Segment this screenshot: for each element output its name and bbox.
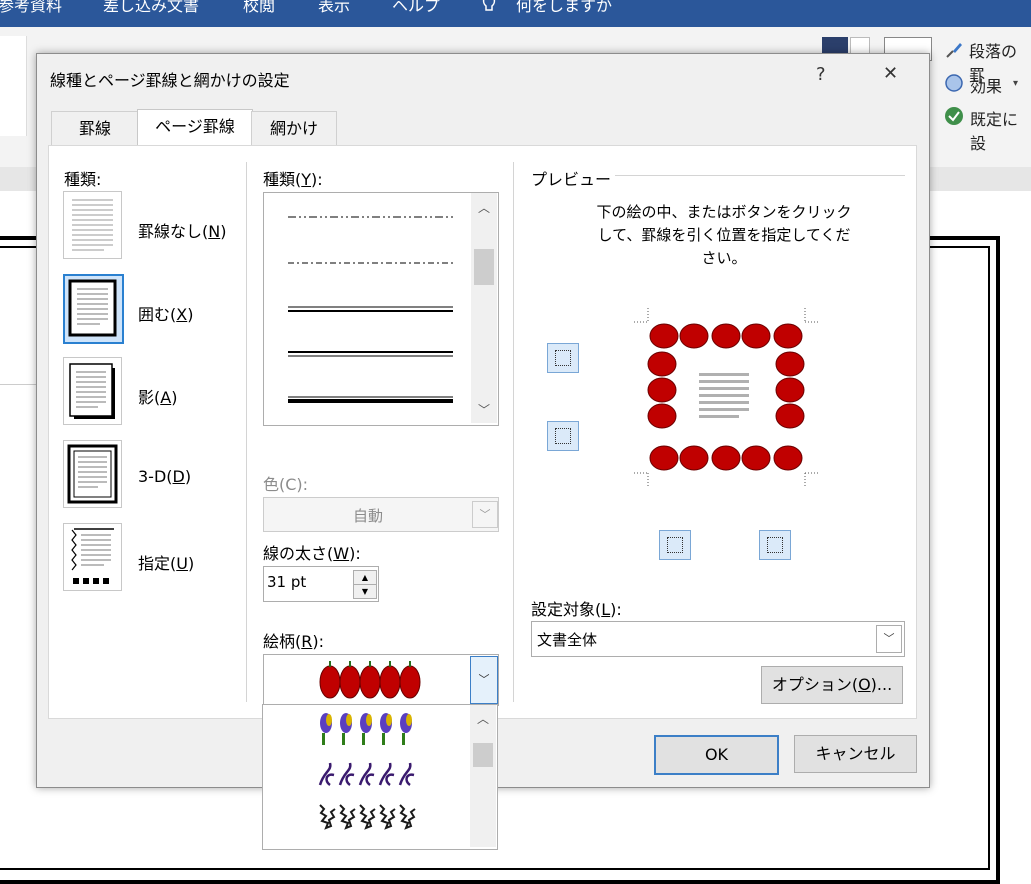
preview-label: プレビュー xyxy=(531,170,612,189)
chevron-down-icon: ▾ xyxy=(1013,78,1019,89)
bottom-border-button[interactable] xyxy=(547,421,579,451)
apply-to-label: 設定対象(L): xyxy=(531,600,622,619)
chevron-down-icon[interactable]: ﹀ xyxy=(876,625,902,653)
color-dropdown[interactable]: 自動 ﹀ xyxy=(263,497,499,532)
checkmark-icon xyxy=(944,106,964,126)
width-label: 線の太さ(W): xyxy=(263,544,361,563)
preview-instruction: 下の絵の中、またはボタンをクリックして、罫線を引く位置を指定してください。 xyxy=(596,203,852,267)
setting-shadow-label[interactable]: 影(A) xyxy=(138,384,177,408)
scroll-down-icon[interactable]: ﹀ xyxy=(478,401,490,418)
help-button[interactable]: ? xyxy=(816,64,826,85)
swirl-pattern-icon xyxy=(318,762,415,787)
right-border-button[interactable] xyxy=(759,530,791,560)
art-dropdown[interactable]: ﹀ xyxy=(263,654,499,706)
scribble-pattern-icon xyxy=(319,804,416,830)
apple-icon xyxy=(649,323,679,349)
chevron-down-icon[interactable]: ﹀ xyxy=(472,501,498,528)
apple-icon xyxy=(647,377,677,403)
ribbon-tab-mailings[interactable]: 差し込み文書 xyxy=(103,0,199,22)
close-button[interactable]: ✕ xyxy=(883,63,898,84)
scroll-thumb[interactable] xyxy=(473,743,493,767)
column-divider xyxy=(513,162,514,702)
setting-shadow-icon[interactable] xyxy=(63,357,122,425)
apply-to-dropdown[interactable]: 文書全体 ﹀ xyxy=(531,621,905,657)
tab-borders[interactable]: 罫線 xyxy=(51,111,139,145)
apple-icon xyxy=(679,323,709,349)
spin-down-icon[interactable]: ▼ xyxy=(353,584,377,599)
apple-icon xyxy=(711,445,741,471)
borders-shading-dialog: 線種とページ罫線と網かけの設定 ? ✕ 罫線 ページ罫線 網かけ 種類: 罫線な… xyxy=(36,53,930,788)
setting-none-icon[interactable] xyxy=(63,191,122,259)
style-list-scrollbar[interactable]: ︿ ﹀ xyxy=(471,193,497,423)
border-preview-area[interactable] xyxy=(634,308,819,488)
paintbrush-icon xyxy=(944,40,964,60)
art-label: 絵柄(R): xyxy=(263,632,325,651)
tab-page-border[interactable]: ページ罫線 xyxy=(137,109,253,147)
column-divider xyxy=(246,162,247,702)
apply-to-value: 文書全体 xyxy=(537,631,598,649)
apple-icon xyxy=(773,445,803,471)
dialog-title: 線種とページ罫線と網かけの設定 xyxy=(50,71,290,90)
apple-icon xyxy=(741,445,771,471)
scroll-up-icon[interactable]: ︿ xyxy=(478,199,490,216)
lightbulb-icon xyxy=(480,0,498,14)
effects-label[interactable]: 効果 xyxy=(970,73,1002,97)
apple-icon xyxy=(741,323,771,349)
scroll-up-icon[interactable]: ︿ xyxy=(477,710,489,727)
apple-icon xyxy=(649,445,679,471)
width-spinner[interactable]: 31 pt ▲ ▼ xyxy=(263,566,379,602)
art-dropdown-list[interactable]: ︿ xyxy=(262,704,498,850)
setting-none-label[interactable]: 罫線なし(N) xyxy=(138,218,226,242)
setting-3d-icon[interactable] xyxy=(63,440,122,508)
apple-icon xyxy=(647,403,677,429)
color-value: 自動 xyxy=(352,507,383,525)
scroll-thumb[interactable] xyxy=(474,249,494,285)
apple-art-icon xyxy=(319,661,421,699)
style-label: 種類(Y): xyxy=(263,170,323,189)
width-value[interactable]: 31 pt xyxy=(267,573,306,591)
setting-label: 種類: xyxy=(64,170,102,189)
setting-custom-label[interactable]: 指定(U) xyxy=(138,550,194,574)
ribbon-tab-references[interactable]: 参考資料 xyxy=(0,0,62,22)
spin-up-icon[interactable]: ▲ xyxy=(353,570,377,585)
apple-icon xyxy=(711,323,741,349)
page-border-panel: 種類: 罫線なし(N) 囲む(X) 影(A) 3-D(D) 指定(U) 種類(Y… xyxy=(48,145,917,719)
tulip-pattern-icon xyxy=(320,713,412,745)
ribbon-tab-help[interactable]: ヘルプ xyxy=(392,0,440,22)
ok-button[interactable]: OK xyxy=(654,735,779,775)
cancel-button[interactable]: キャンセル xyxy=(794,735,917,773)
color-label: 色(C): xyxy=(263,475,309,494)
apple-icon xyxy=(773,323,803,349)
tab-shading[interactable]: 網かけ xyxy=(251,111,337,145)
top-border-button[interactable] xyxy=(547,343,579,373)
preview-rule xyxy=(615,175,905,176)
chevron-down-icon[interactable]: ﹀ xyxy=(470,656,498,704)
effects-icon xyxy=(944,73,964,93)
apple-icon xyxy=(775,403,805,429)
apple-icon xyxy=(775,377,805,403)
setting-box-icon[interactable] xyxy=(63,274,124,344)
tell-me-search[interactable]: 何をしますか xyxy=(516,0,612,22)
ribbon-tab-review[interactable]: 校閲 xyxy=(243,0,275,22)
set-as-default-label[interactable]: 既定に設 xyxy=(970,106,1031,154)
line-style-list[interactable]: ︿ ﹀ xyxy=(263,192,499,426)
ribbon-tab-view[interactable]: 表示 xyxy=(318,0,350,22)
setting-custom-icon[interactable] xyxy=(63,523,122,591)
apple-icon xyxy=(775,351,805,377)
apple-icon xyxy=(679,445,709,471)
setting-box-label[interactable]: 囲む(X) xyxy=(138,301,193,325)
options-button[interactable]: オプション(O)... xyxy=(761,666,903,704)
apple-icon xyxy=(647,351,677,377)
style-preview-thumb xyxy=(0,36,27,136)
art-pattern-options[interactable] xyxy=(318,709,428,845)
left-border-button[interactable] xyxy=(659,530,691,560)
art-list-scrollbar[interactable]: ︿ xyxy=(470,705,496,847)
setting-3d-label[interactable]: 3-D(D) xyxy=(138,467,191,486)
